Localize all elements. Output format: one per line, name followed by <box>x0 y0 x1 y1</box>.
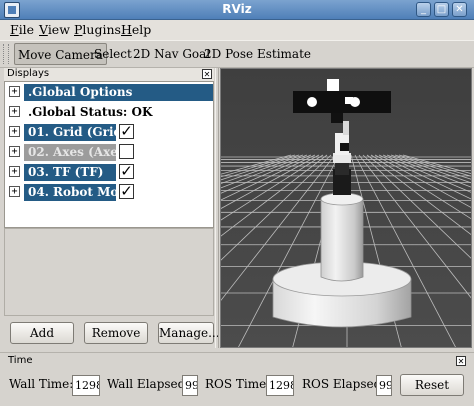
ros-time-label: ROS Time: <box>205 377 271 391</box>
minimize-button[interactable]: _ <box>416 2 431 17</box>
expand-icon[interactable]: + <box>9 126 20 137</box>
displays-tree[interactable]: + .Global Options + .Global Status: OK +01. … <box>4 81 214 228</box>
expand-icon[interactable]: + <box>9 106 20 117</box>
displays-panel-header: Displays ✕ <box>4 68 214 81</box>
display-row[interactable]: +02. Axes (Axes) <box>5 142 213 162</box>
menu-file-label: File <box>10 22 35 37</box>
time-panel-title: Time <box>8 355 33 366</box>
wall-time-field[interactable]: 1298 <box>72 375 100 396</box>
maximize-button[interactable]: □ <box>434 2 449 17</box>
robot-torso-cylinder <box>320 192 364 282</box>
ros-time-field[interactable]: 1298 <box>266 375 294 396</box>
toolbar-grip-handle[interactable] <box>3 44 9 64</box>
menu-help-label: Help <box>121 22 152 37</box>
wall-time-label: Wall Time: <box>9 377 74 391</box>
display-row-label: 03. TF (TF) <box>24 164 116 181</box>
menu-plugins[interactable]: Plugins <box>74 22 121 37</box>
menu-file[interactable]: File <box>10 22 34 37</box>
tool-select[interactable]: Select <box>91 43 135 65</box>
display-row[interactable]: + .Global Status: OK <box>5 102 213 122</box>
display-row-label: 04. Robot Mode <box>24 184 116 201</box>
display-row[interactable]: + .Global Options <box>5 82 213 102</box>
display-row[interactable]: +01. Grid (Grid)✓ <box>5 122 213 142</box>
tool-2d-pose-estimate[interactable]: 2D Pose Estimate <box>201 43 314 65</box>
enabled-checkbox-unchecked[interactable] <box>119 144 134 159</box>
3d-scene <box>221 69 471 347</box>
close-button[interactable]: ✕ <box>452 2 467 17</box>
remove-button[interactable]: Remove <box>84 322 148 344</box>
reset-button[interactable]: Reset <box>400 374 464 396</box>
enabled-checkbox-checked[interactable]: ✓ <box>119 124 134 139</box>
display-row-label: .Global Status: OK <box>28 105 153 119</box>
display-row[interactable]: +04. Robot Mode✓ <box>5 182 213 202</box>
menu-view-label: View <box>39 22 70 37</box>
ros-elapsed-field[interactable]: 99 <box>376 375 392 396</box>
expand-icon[interactable]: + <box>9 166 20 177</box>
enabled-checkbox-checked[interactable]: ✓ <box>119 164 134 179</box>
expand-icon[interactable]: + <box>9 186 20 197</box>
add-button[interactable]: Add <box>10 322 74 344</box>
window-title: RViz <box>222 2 252 16</box>
displays-close-icon[interactable]: ✕ <box>202 69 212 79</box>
title-bar: RViz _ □ ✕ <box>0 0 474 20</box>
display-row-label: 02. Axes (Axes) <box>24 144 116 161</box>
3d-viewport[interactable] <box>220 68 472 348</box>
expand-icon[interactable]: + <box>9 146 20 157</box>
wall-elapsed-field[interactable]: 99 <box>182 375 198 396</box>
wall-elapsed-label: Wall Elapsed: <box>107 377 190 391</box>
time-close-icon[interactable]: ✕ <box>456 356 466 366</box>
menu-plugins-label: Plugins <box>74 22 121 37</box>
manage-button[interactable]: Manage... <box>158 322 220 344</box>
menu-bar: File View Plugins Help <box>0 20 474 40</box>
display-row[interactable]: +03. TF (TF) ✓ <box>5 162 213 182</box>
display-properties-area <box>4 228 214 316</box>
enabled-checkbox-checked[interactable]: ✓ <box>119 184 134 199</box>
ros-elapsed-label: ROS Elapsed: <box>302 377 386 391</box>
displays-panel-title: Displays <box>7 68 50 79</box>
menu-help[interactable]: Help <box>121 22 151 37</box>
display-row-label: 01. Grid (Grid) <box>24 124 116 141</box>
display-row-label: .Global Options <box>24 84 213 101</box>
panel-splitter[interactable] <box>215 68 219 348</box>
expand-icon[interactable]: + <box>9 86 20 97</box>
menu-view[interactable]: View <box>39 22 70 37</box>
